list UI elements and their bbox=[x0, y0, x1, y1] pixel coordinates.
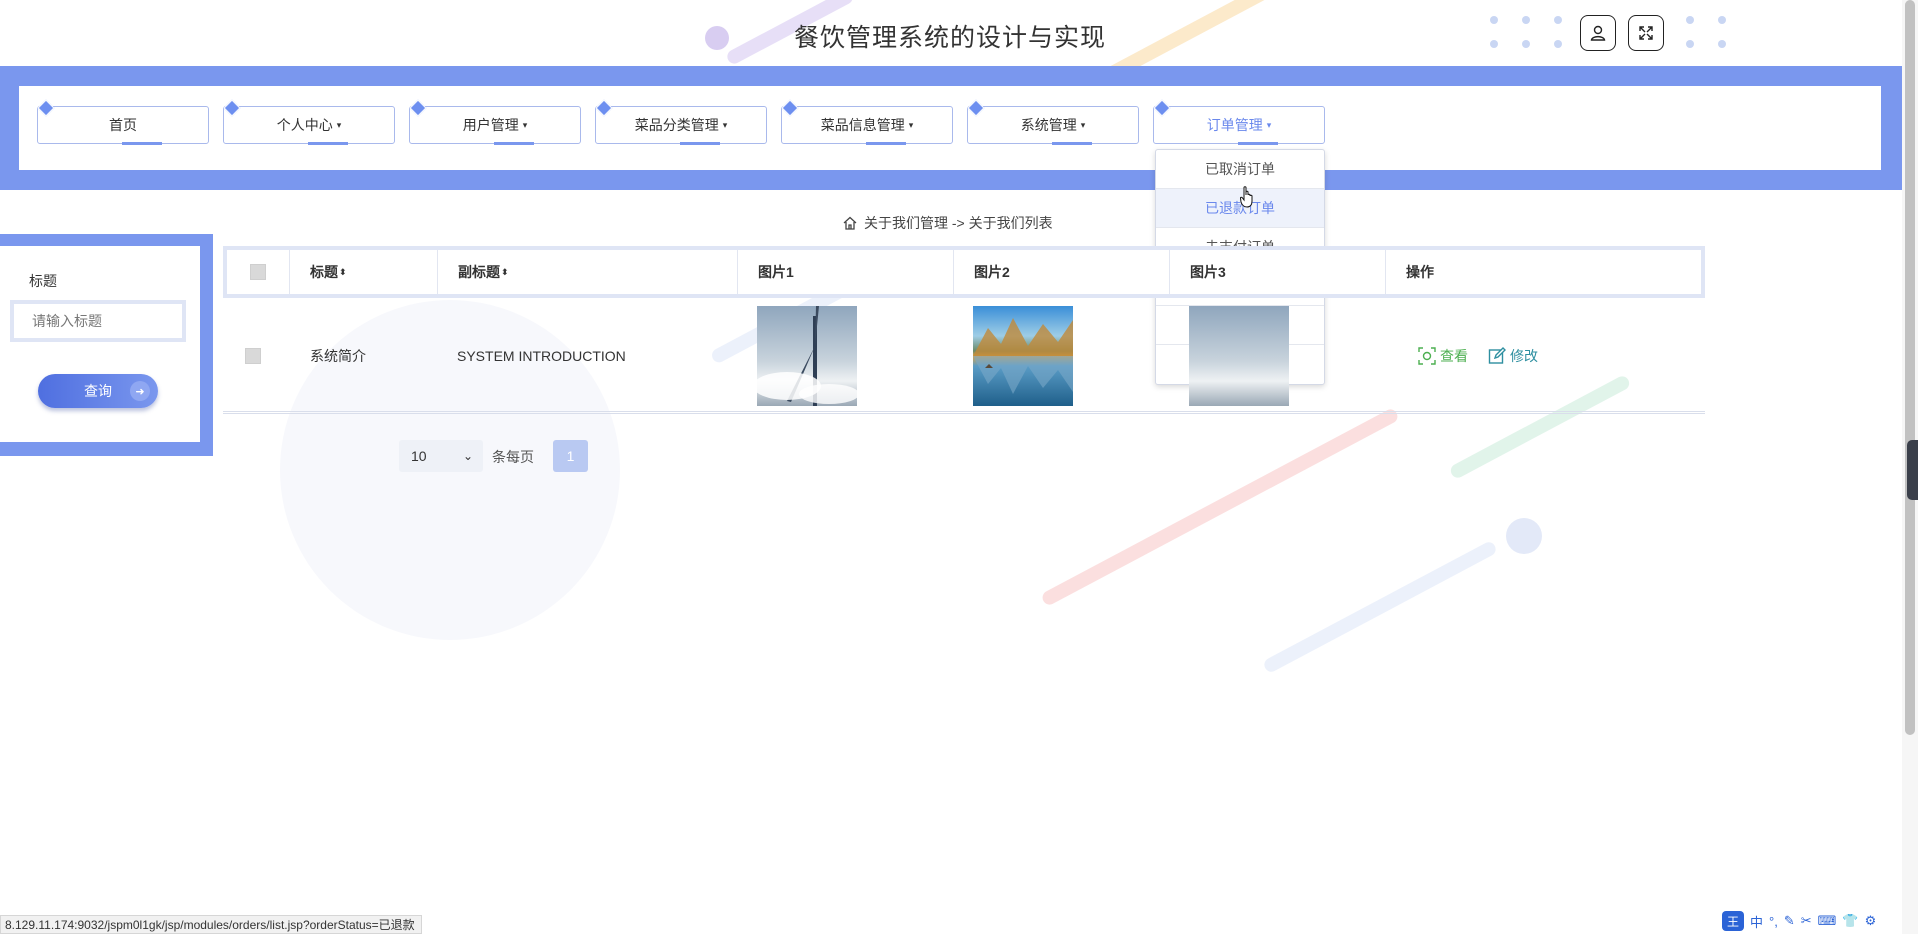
nav-item-label: 菜品分类管理 bbox=[634, 117, 719, 133]
nav-item-label: 个人中心 bbox=[276, 117, 333, 133]
ime-toolbar: 王 中 °, ✎ ✂ ⌨ 👕 ⚙ bbox=[1722, 910, 1876, 932]
column-header-label: 操作 bbox=[1406, 264, 1434, 280]
select-all-checkbox[interactable] bbox=[250, 264, 266, 280]
image3-thumbnail[interactable] bbox=[1189, 306, 1289, 406]
column-header-label: 图片2 bbox=[974, 264, 1010, 280]
column-header-image3: 图片3 bbox=[1170, 250, 1386, 294]
wind-turbine-image bbox=[757, 306, 857, 406]
caret-down-icon: ▾ bbox=[722, 119, 728, 130]
cell-image2 bbox=[973, 298, 1073, 414]
sort-icon: ⬍ bbox=[339, 266, 347, 277]
header-checkbox-cell bbox=[227, 250, 290, 294]
nav-item-user-management[interactable]: 用户管理 ▾ bbox=[409, 106, 581, 145]
column-header-image2: 图片2 bbox=[954, 250, 1170, 294]
status-bar-url: 8.129.11.174:9032/jspm0l1gk/jsp/modules/… bbox=[0, 915, 422, 934]
column-header-label: 图片1 bbox=[758, 264, 794, 280]
caret-down-icon: ▾ bbox=[522, 119, 528, 130]
column-header-label: 副标题 bbox=[458, 264, 500, 280]
nav-item-order-management[interactable]: 订单管理 ▾ bbox=[1153, 106, 1325, 145]
fullscreen-icon bbox=[1639, 26, 1653, 40]
pen-icon[interactable]: ✎ bbox=[1784, 913, 1795, 929]
ime-mode-toggle[interactable]: 中 bbox=[1750, 912, 1763, 931]
breadcrumb-text: 关于我们管理 -> 关于我们列表 bbox=[864, 215, 1053, 231]
caret-down-icon: ▾ bbox=[336, 119, 342, 130]
search-title-input[interactable] bbox=[10, 300, 186, 342]
nav-item-home[interactable]: 首页 bbox=[37, 106, 209, 145]
edit-label: 修改 bbox=[1510, 348, 1538, 364]
column-header-actions: 操作 bbox=[1386, 250, 1701, 294]
column-header-label: 图片3 bbox=[1190, 264, 1226, 280]
table-header: 标题 ⬍ 副标题 ⬍ 图片1 图片2 图片3 操作 bbox=[223, 246, 1705, 298]
cell-actions: 查看 修改 bbox=[1418, 298, 1538, 414]
nav-item-system-management[interactable]: 系统管理 ▾ bbox=[967, 106, 1139, 145]
row-checkbox-cell bbox=[245, 298, 261, 414]
nav-item-dish-info[interactable]: 菜品信息管理 ▾ bbox=[781, 106, 953, 145]
nav-item-dish-category[interactable]: 菜品分类管理 ▾ bbox=[595, 106, 767, 145]
column-header-label: 标题 bbox=[310, 264, 338, 280]
shirt-icon[interactable]: 👕 bbox=[1842, 913, 1858, 929]
image1-thumbnail[interactable] bbox=[757, 306, 857, 406]
page-size-label: 条每页 bbox=[492, 449, 534, 465]
app-header: 餐饮管理系统的设计与实现 bbox=[0, 0, 1900, 66]
nav-item-personal-center[interactable]: 个人中心 ▾ bbox=[223, 106, 395, 145]
user-button[interactable] bbox=[1580, 15, 1616, 51]
nav-item-label: 首页 bbox=[109, 117, 137, 133]
query-button[interactable]: 查询 ➜ bbox=[38, 374, 158, 408]
nav-item-label: 订单管理 bbox=[1206, 117, 1263, 133]
page-size-select[interactable]: 10 ⌄ bbox=[399, 440, 483, 472]
cell-image3 bbox=[1189, 298, 1289, 414]
user-icon bbox=[1590, 25, 1606, 41]
mountain-lake-image bbox=[973, 318, 1073, 394]
view-label: 查看 bbox=[1440, 348, 1468, 364]
column-header-image1: 图片1 bbox=[738, 250, 954, 294]
nav-item-label: 用户管理 bbox=[462, 117, 519, 133]
image2-thumbnail[interactable] bbox=[973, 306, 1073, 406]
breadcrumb: 关于我们管理 -> 关于我们列表 bbox=[842, 213, 1053, 233]
search-title-label: 标题 bbox=[29, 273, 57, 289]
keyboard-icon[interactable]: ⌨ bbox=[1818, 913, 1837, 929]
scrollbar-thumb[interactable] bbox=[1905, 0, 1915, 735]
cell-title: 系统简介 bbox=[310, 348, 366, 364]
scissors-icon[interactable]: ✂ bbox=[1801, 913, 1812, 929]
caret-down-icon: ▾ bbox=[1266, 119, 1272, 130]
view-icon bbox=[1418, 347, 1436, 365]
row-checkbox[interactable] bbox=[245, 348, 261, 364]
view-button[interactable]: 查看 bbox=[1418, 346, 1468, 366]
punctuation-icon[interactable]: °, bbox=[1769, 914, 1778, 929]
cell-subtitle: SYSTEM INTRODUCTION bbox=[457, 348, 626, 364]
side-panel-tab[interactable] bbox=[1907, 440, 1918, 500]
sort-icon: ⬍ bbox=[501, 266, 509, 277]
nav-item-label: 系统管理 bbox=[1020, 117, 1077, 133]
table-row: 系统简介 SYSTEM INTRODUCTION 查看 修改 bbox=[223, 298, 1705, 414]
caret-down-icon: ▾ bbox=[1080, 119, 1086, 130]
edit-button[interactable]: 修改 bbox=[1488, 346, 1538, 366]
home-icon bbox=[843, 216, 857, 230]
gear-icon[interactable]: ⚙ bbox=[1865, 913, 1877, 929]
page-number-current[interactable]: 1 bbox=[553, 440, 588, 472]
edit-icon bbox=[1488, 347, 1506, 364]
nav-item-label: 菜品信息管理 bbox=[820, 117, 905, 133]
column-header-title[interactable]: 标题 ⬍ bbox=[290, 250, 438, 294]
arrow-right-circle-icon: ➜ bbox=[130, 381, 150, 401]
query-button-label: 查询 bbox=[84, 383, 112, 399]
menu-item-cancelled-orders[interactable]: 已取消订单 bbox=[1156, 150, 1324, 189]
caret-down-icon: ▾ bbox=[908, 119, 914, 130]
cell-image1 bbox=[757, 298, 857, 414]
page-size-value: 10 bbox=[411, 448, 427, 464]
ime-logo-icon[interactable]: 王 bbox=[1722, 911, 1744, 931]
chevron-down-icon: ⌄ bbox=[462, 449, 473, 463]
fullscreen-button[interactable] bbox=[1628, 15, 1664, 51]
column-header-subtitle[interactable]: 副标题 ⬍ bbox=[438, 250, 738, 294]
hand-cursor-icon bbox=[1240, 186, 1253, 208]
